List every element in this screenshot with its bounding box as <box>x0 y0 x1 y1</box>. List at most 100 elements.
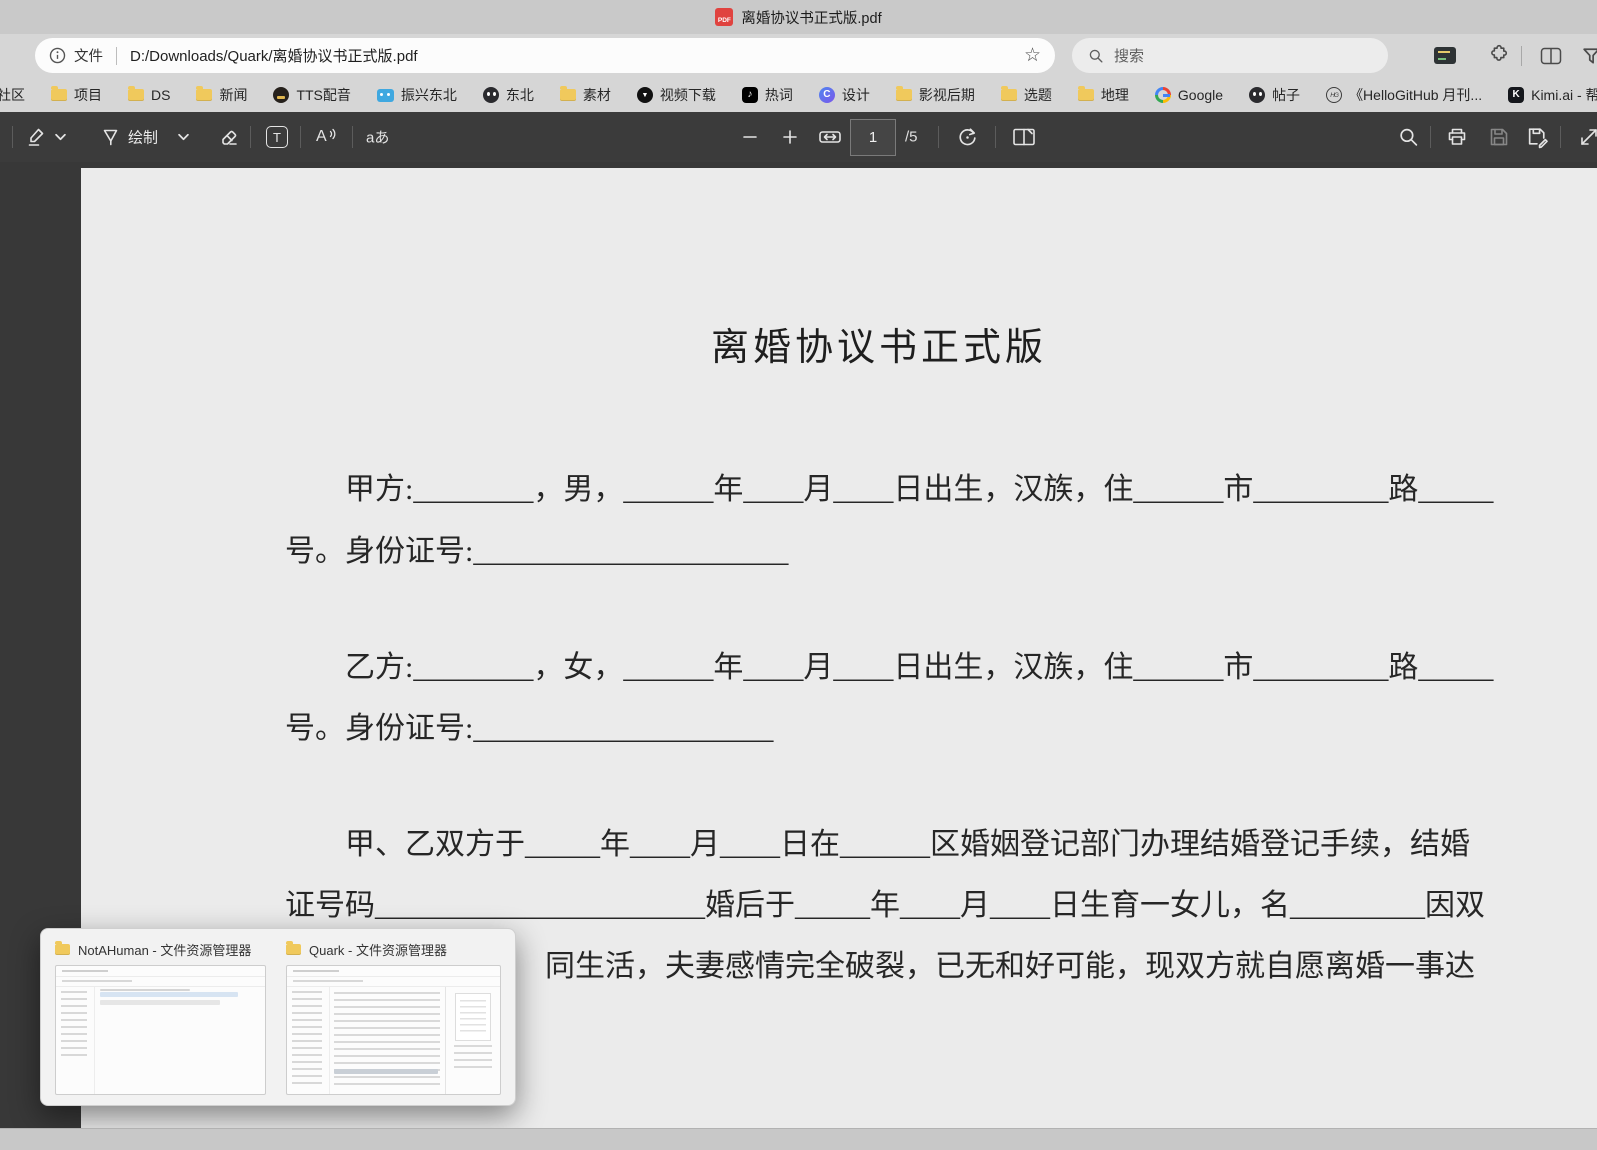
bookmark-label: 社区 <box>0 85 25 105</box>
chevron-down-icon[interactable] <box>178 134 189 141</box>
bookmark-item[interactable]: 《HelloGitHub 月刊... <box>1326 85 1482 105</box>
rotate-page-button[interactable] <box>956 126 979 149</box>
chevron-down-icon[interactable] <box>55 134 66 141</box>
add-text-button[interactable]: T <box>266 126 288 148</box>
wallet-icon[interactable] <box>1434 47 1456 64</box>
windows-taskbar-edge <box>0 1128 1597 1150</box>
toolbar-divider <box>995 126 996 148</box>
site-info-icon[interactable] <box>49 47 66 64</box>
bookmark-item[interactable]: 素材 <box>560 85 611 105</box>
design-site-icon <box>819 87 835 103</box>
toolbar-divider <box>352 126 353 148</box>
bookmark-label: 视频下载 <box>660 85 716 105</box>
bookmark-item[interactable]: 新闻 <box>196 85 247 105</box>
bookmark-item[interactable]: 视频下载 <box>637 85 716 105</box>
file-scheme-label: 文件 <box>74 45 103 66</box>
toolbar-divider <box>938 126 939 148</box>
fullscreen-icon[interactable] <box>1578 126 1597 148</box>
toolbar-divider <box>250 126 251 148</box>
toolbar-divider <box>1430 126 1431 148</box>
folder-icon <box>128 89 144 101</box>
bookmark-label: 振兴东北 <box>401 85 457 105</box>
page-total-label: /5 <box>905 129 918 146</box>
eraser-button[interactable] <box>218 126 240 148</box>
bookmark-item[interactable]: Google <box>1155 87 1223 103</box>
document-line: 号。身份证号:_____________________ <box>285 526 788 570</box>
folder-icon <box>1001 89 1017 101</box>
draw-pen-icon[interactable] <box>100 126 122 148</box>
split-screen-icon[interactable] <box>1540 47 1562 65</box>
bookmark-label: 《HelloGitHub 月刊... <box>1349 85 1482 105</box>
document-line: 甲方:________，男，______年____月____日出生，汉族，住__… <box>285 464 1493 508</box>
bookmark-item[interactable]: 影视后期 <box>896 85 975 105</box>
preview-window-title: Quark - 文件资源管理器 <box>309 940 447 959</box>
document-line: 同生活，夫妻感情完全破裂，已无和好可能，现双方就自愿离婚一事达 <box>545 941 1475 985</box>
bilibili-tv-icon <box>377 89 394 102</box>
bookmark-label: DS <box>151 87 170 103</box>
zoom-out-button[interactable] <box>742 129 758 145</box>
folder-icon <box>51 89 67 101</box>
url-text[interactable]: D:/Downloads/Quark/离婚协议书正式版.pdf <box>130 45 418 66</box>
bookmark-label: 新闻 <box>219 85 247 105</box>
bookmark-item[interactable]: 东北 <box>483 85 534 105</box>
bookmark-item[interactable]: DS <box>128 87 170 103</box>
address-bar[interactable]: 文件 D:/Downloads/Quark/离婚协议书正式版.pdf ☆ <box>35 38 1055 73</box>
search-icon <box>1088 48 1104 64</box>
read-aloud-button[interactable]: A <box>316 128 337 146</box>
tts-site-icon <box>273 87 289 103</box>
page-view-button[interactable] <box>1012 127 1036 147</box>
preview-window-title: NotAHuman - 文件资源管理器 <box>78 940 251 959</box>
bookmark-label: 设计 <box>842 85 870 105</box>
taskbar-preview-notahuman[interactable]: NotAHuman - 文件资源管理器 <box>55 939 266 1095</box>
browser-titlebar: PDF 离婚协议书正式版.pdf <box>0 0 1597 34</box>
folder-icon <box>196 89 212 101</box>
pdf-toolbar: 绘制 T A aあ 1 /5 <box>0 112 1597 162</box>
draw-tool-button[interactable]: 绘制 <box>128 127 158 148</box>
bookmark-item[interactable]: 振兴东北 <box>377 85 457 105</box>
taskbar-preview-quark[interactable]: Quark - 文件资源管理器 <box>286 939 501 1095</box>
save-as-button[interactable] <box>1526 126 1549 149</box>
filter-funnel-icon[interactable] <box>1582 47 1597 65</box>
bookmark-item[interactable]: 选题 <box>1001 85 1052 105</box>
bookmark-item[interactable]: 热词 <box>742 85 793 105</box>
tiktok-icon <box>742 87 758 103</box>
bookmark-item[interactable]: 项目 <box>51 85 102 105</box>
translate-button[interactable]: aあ <box>366 127 389 148</box>
extensions-puzzle-icon[interactable] <box>1486 44 1509 67</box>
active-tab[interactable]: PDF 离婚协议书正式版.pdf <box>715 7 881 28</box>
zoom-in-button[interactable] <box>782 129 798 145</box>
bookmark-item[interactable]: TTS配音 <box>273 85 350 105</box>
folder-icon <box>286 944 301 955</box>
read-aloud-letter: A <box>316 128 327 146</box>
pdf-file-icon: PDF <box>715 8 733 26</box>
bookmark-label: Kimi.ai - 帮你看更大... <box>1531 85 1597 105</box>
pdf-viewer-area: 离婚协议书正式版 甲方:________，男，______年____月____日… <box>0 162 1597 1129</box>
document-line: 号。身份证号:____________________ <box>285 703 773 747</box>
bookmark-label: 地理 <box>1101 85 1129 105</box>
fit-to-width-button[interactable] <box>818 127 842 147</box>
toolbar-divider <box>300 126 301 148</box>
bookmark-item[interactable]: 帖子 <box>1249 85 1300 105</box>
favorite-star-icon[interactable]: ☆ <box>1024 46 1041 65</box>
explorer-thumbnail[interactable] <box>55 965 266 1095</box>
bookmark-item[interactable]: Kimi.ai - 帮你看更大... <box>1508 85 1597 105</box>
bookmark-label: TTS配音 <box>296 85 350 105</box>
highlight-tool-button[interactable] <box>25 126 47 148</box>
bookmark-item[interactable]: 设计 <box>819 85 870 105</box>
navbar-divider <box>1521 46 1522 66</box>
face-site-icon <box>1249 87 1265 103</box>
bookmark-label: 帖子 <box>1272 85 1300 105</box>
print-button[interactable] <box>1446 126 1468 148</box>
search-box[interactable]: 搜索 <box>1072 38 1388 73</box>
folder-icon <box>560 89 576 101</box>
bookmark-item[interactable]: 地理 <box>1078 85 1129 105</box>
find-in-document-button[interactable] <box>1398 127 1419 148</box>
bookmark-item[interactable]: 社区 <box>0 85 25 105</box>
save-button[interactable] <box>1488 126 1510 148</box>
bookmark-label: 热词 <box>765 85 793 105</box>
document-title: 离婚协议书正式版 <box>121 316 1597 371</box>
bookmark-label: 东北 <box>506 85 534 105</box>
page-number-input[interactable]: 1 <box>850 119 896 156</box>
document-line: 证号码______________________婚后于_____年____月_… <box>285 880 1485 924</box>
explorer-thumbnail[interactable] <box>286 965 501 1095</box>
